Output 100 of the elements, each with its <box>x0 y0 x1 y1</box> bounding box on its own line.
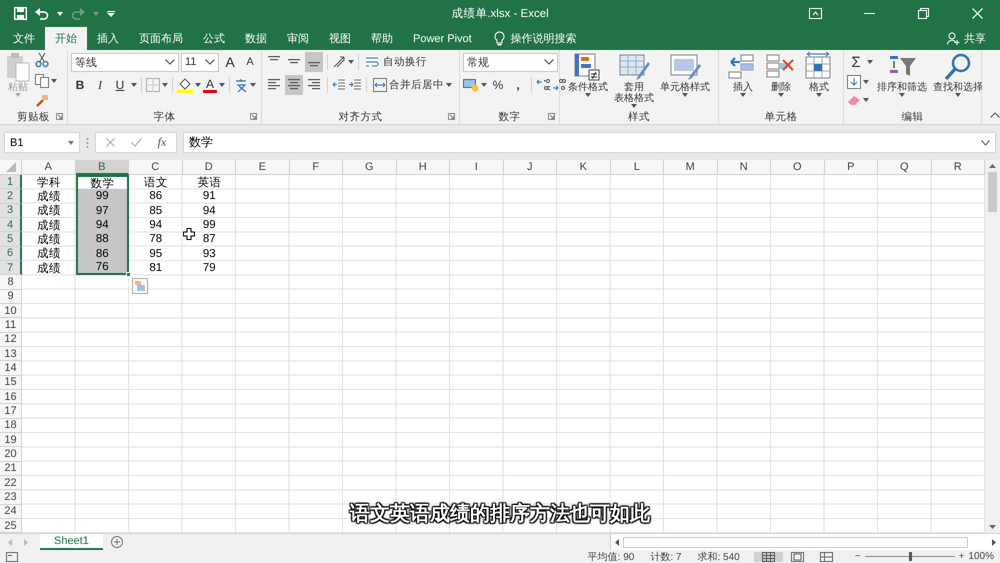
column-header[interactable]: K <box>557 160 610 175</box>
ribbon-tab[interactable]: 页面布局 <box>129 27 193 50</box>
row-header[interactable]: 21 <box>0 462 22 476</box>
ribbon-tab[interactable]: 视图 <box>319 27 361 50</box>
row-header[interactable]: 3 <box>0 204 22 218</box>
caret-icon[interactable] <box>631 104 637 108</box>
insert-function-button[interactable]: fx <box>158 135 166 150</box>
column-header[interactable]: R <box>932 160 985 175</box>
grow-font-button[interactable]: A <box>221 52 239 72</box>
font-name-field[interactable]: 等线 <box>71 52 179 72</box>
scroll-up-icon[interactable] <box>989 164 996 168</box>
restore-icon[interactable] <box>918 8 928 19</box>
collapse-ribbon-icon[interactable] <box>990 112 1000 118</box>
dialog-launcher-icon[interactable] <box>548 113 555 120</box>
row-header[interactable]: 4 <box>0 218 22 232</box>
scroll-left-icon[interactable] <box>615 538 619 546</box>
normal-view-icon[interactable] <box>754 552 783 562</box>
scroll-thumb[interactable] <box>988 172 997 212</box>
row-header[interactable]: 18 <box>0 418 22 433</box>
caret-icon[interactable] <box>219 83 225 87</box>
align-center-icon[interactable] <box>285 75 303 95</box>
column-header[interactable]: N <box>718 160 771 175</box>
table-cell[interactable]: 成绩 <box>22 260 76 276</box>
caret-icon[interactable] <box>162 83 168 87</box>
format-painter-icon[interactable] <box>35 94 49 108</box>
font-size-field[interactable]: 11 <box>181 52 219 72</box>
dialog-launcher-icon[interactable] <box>56 113 63 120</box>
table-cell[interactable]: 93 <box>182 246 236 261</box>
scroll-down-icon[interactable] <box>989 525 996 529</box>
ribbon-button[interactable]: 插入 <box>725 52 761 109</box>
caret-icon[interactable] <box>816 93 822 97</box>
shrink-font-button[interactable]: A <box>241 52 259 72</box>
caret-icon[interactable] <box>955 93 961 97</box>
macro-icon[interactable] <box>6 552 18 562</box>
ribbon-button[interactable]: 套用 表格格式 <box>612 52 656 109</box>
phonetic-icon[interactable] <box>234 77 248 93</box>
ribbon-button[interactable]: 删除 <box>763 52 799 109</box>
merge-center-button[interactable]: 合并后居中 <box>371 75 454 95</box>
row-header[interactable]: 16 <box>0 390 22 404</box>
italic-button[interactable]: I <box>91 75 109 95</box>
table-cell[interactable]: 语文 <box>129 175 182 190</box>
lightbulb-icon[interactable] <box>494 31 505 46</box>
table-cell[interactable]: 英语 <box>182 175 236 190</box>
row-header[interactable]: 8 <box>0 275 22 290</box>
ribbon-button[interactable]: 单元格样式 <box>658 52 712 109</box>
column-header[interactable]: M <box>664 160 718 175</box>
column-header[interactable]: G <box>343 160 396 175</box>
caret-icon[interactable] <box>682 93 688 97</box>
table-cell[interactable]: 91 <box>182 189 236 204</box>
row-header[interactable]: 12 <box>0 332 22 347</box>
caret-icon[interactable] <box>250 83 256 87</box>
caret-icon[interactable] <box>481 83 487 87</box>
row-header[interactable]: 23 <box>0 490 22 505</box>
row-header[interactable]: 17 <box>0 404 22 419</box>
table-cell[interactable]: 79 <box>182 260 236 276</box>
row-header[interactable]: 5 <box>0 232 22 247</box>
fill-handle[interactable] <box>126 272 131 278</box>
ribbon-button[interactable]: 查找和选择 <box>931 52 985 109</box>
table-cell[interactable]: 95 <box>129 246 182 261</box>
name-box[interactable]: B1 <box>4 132 80 153</box>
caret-icon[interactable] <box>195 83 201 87</box>
table-cell[interactable]: 78 <box>129 232 182 247</box>
percent-button[interactable]: % <box>489 75 507 95</box>
row-header[interactable]: 6 <box>0 246 22 261</box>
underline-button[interactable]: U <box>111 75 129 95</box>
caret-icon[interactable] <box>68 140 74 144</box>
scroll-thumb[interactable] <box>623 536 968 548</box>
column-header[interactable]: I <box>450 160 504 175</box>
bottom-align-icon[interactable] <box>305 52 323 72</box>
table-cell[interactable]: 94 <box>182 204 236 218</box>
row-header[interactable]: 2 <box>0 189 22 204</box>
close-icon[interactable] <box>972 8 982 19</box>
table-cell[interactable]: 99 <box>182 218 236 232</box>
search-field[interactable]: 操作说明搜索 <box>510 31 577 46</box>
table-cell[interactable]: 88 <box>76 232 129 247</box>
scroll-right-icon[interactable] <box>992 538 996 546</box>
table-cell[interactable]: 86 <box>129 189 182 204</box>
table-cell[interactable]: 97 <box>76 204 129 218</box>
person-add-icon[interactable] <box>947 32 960 45</box>
caret-icon[interactable] <box>899 93 905 97</box>
ribbon-button[interactable]: 格式 <box>801 52 837 109</box>
column-header[interactable]: A <box>22 160 76 175</box>
increase-indent-icon[interactable] <box>348 78 362 92</box>
column-header[interactable]: C <box>129 160 182 175</box>
orientation-icon[interactable] <box>332 55 346 69</box>
row-header[interactable]: 19 <box>0 432 22 448</box>
dialog-launcher-icon[interactable] <box>448 113 455 120</box>
font-color-button[interactable]: A <box>203 77 217 93</box>
row-header[interactable]: 20 <box>0 447 22 462</box>
table-cell[interactable]: 94 <box>129 218 182 232</box>
bold-button[interactable]: B <box>71 75 89 95</box>
wrap-text-button[interactable]: 自动换行 <box>363 52 429 72</box>
column-header[interactable]: O <box>771 160 824 175</box>
column-header[interactable]: Q <box>878 160 932 175</box>
column-header[interactable]: J <box>504 160 557 175</box>
table-cell[interactable]: 学科 <box>22 175 76 190</box>
row-header[interactable]: 10 <box>0 304 22 318</box>
caret-icon[interactable] <box>740 93 746 97</box>
fill-down-icon[interactable] <box>847 74 861 89</box>
row-header[interactable]: 13 <box>0 346 22 362</box>
